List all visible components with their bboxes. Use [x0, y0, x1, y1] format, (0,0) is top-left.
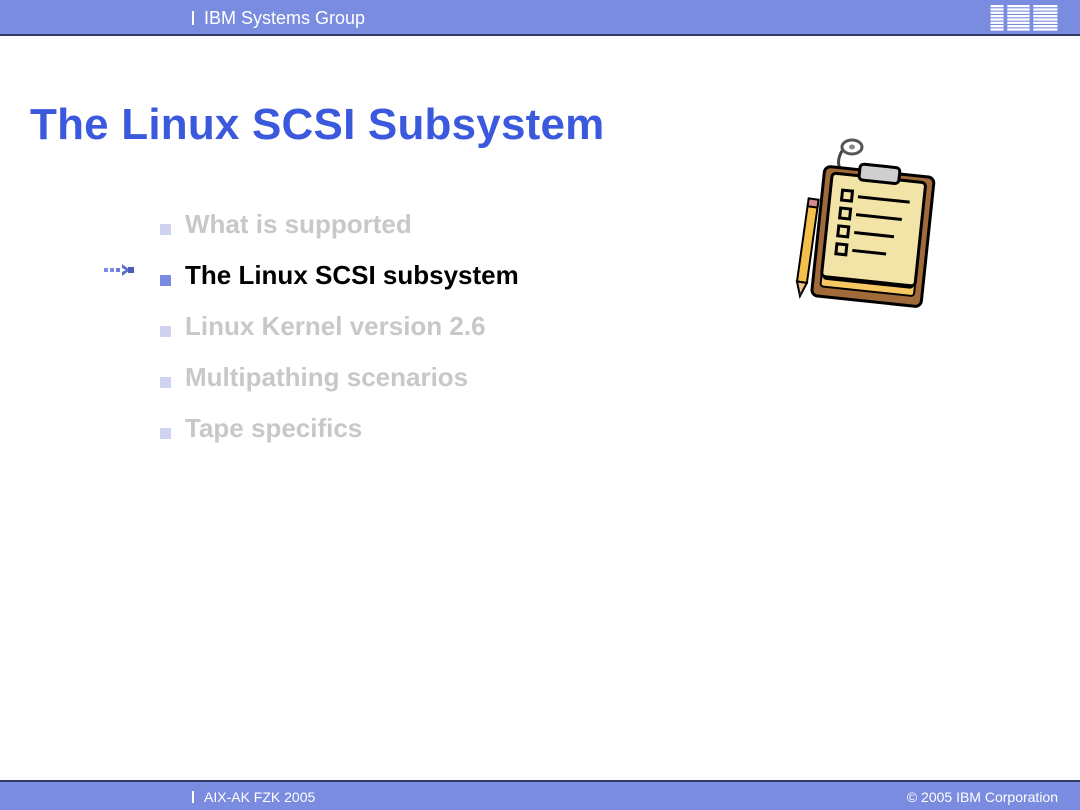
footer-right-label: © 2005 IBM Corporation — [907, 782, 1058, 810]
agenda-item: The Linux SCSI subsystem — [160, 260, 519, 291]
agenda-item-label: Linux Kernel version 2.6 — [185, 311, 486, 342]
footer-left-text: AIX-AK FZK 2005 — [204, 782, 315, 810]
slide: IBM Systems Group — [0, 0, 1080, 810]
agenda-item: Multipathing scenarios — [160, 362, 519, 393]
agenda-item-label: Multipathing scenarios — [185, 362, 468, 393]
bullet-icon — [160, 377, 171, 388]
agenda-item-label: Tape specifics — [185, 413, 362, 444]
agenda-item: Linux Kernel version 2.6 — [160, 311, 519, 342]
agenda-list: What is supported The Linux SCSI subsyst… — [160, 209, 519, 464]
header-group-text: IBM Systems Group — [204, 0, 365, 36]
footer-bar: AIX-AK FZK 2005 © 2005 IBM Corporation — [0, 780, 1080, 810]
ibm-logo-icon — [988, 5, 1060, 31]
current-topic-arrow-icon — [104, 262, 144, 278]
header-bar: IBM Systems Group — [0, 0, 1080, 36]
agenda-item-label: What is supported — [185, 209, 412, 240]
footer-left-label: AIX-AK FZK 2005 — [192, 782, 315, 810]
agenda-item-label: The Linux SCSI subsystem — [185, 260, 519, 291]
bullet-icon — [160, 224, 171, 235]
agenda-item: What is supported — [160, 209, 519, 240]
bullet-icon — [160, 326, 171, 337]
bullet-icon — [160, 275, 171, 286]
footer-copyright: © 2005 IBM Corporation — [907, 789, 1058, 805]
clipboard-clipart-icon — [768, 135, 958, 325]
agenda-item: Tape specifics — [160, 413, 519, 444]
bullet-icon — [160, 428, 171, 439]
page-title: The Linux SCSI Subsystem — [30, 100, 604, 150]
header-group-label: IBM Systems Group — [192, 0, 365, 36]
